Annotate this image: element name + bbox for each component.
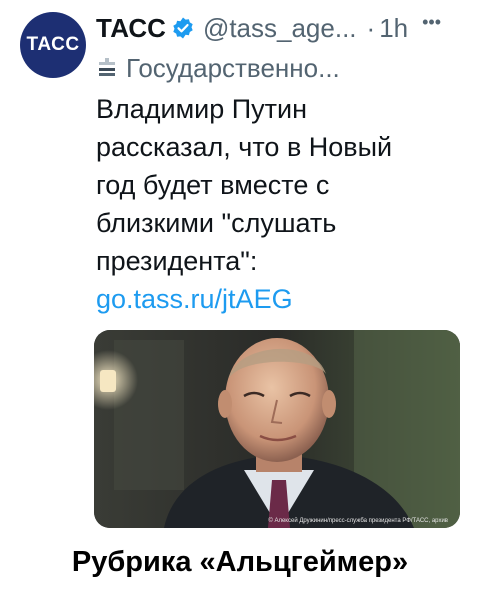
photo-credit: © Алексей Дружинин/пресс-служба президен…: [268, 518, 448, 524]
display-name[interactable]: ТАСС: [96, 13, 166, 44]
tweet-timestamp[interactable]: 1h: [379, 13, 408, 44]
tweet-link[interactable]: go.tass.ru/jtAEG: [96, 280, 293, 318]
tweet-card[interactable]: ТАСС ТАСС @tass_age... · 1h ••• Государс…: [0, 0, 480, 540]
affiliation-text: Государственно...: [126, 52, 340, 83]
tweet-text-line: год будет вместе с: [96, 170, 330, 200]
tweet-text-line: рассказал, что в Новый: [96, 132, 393, 162]
header-separator: ·: [366, 12, 376, 43]
avatar[interactable]: ТАСС: [20, 12, 86, 78]
tweet-text-line: Владимир Путин: [96, 94, 308, 124]
affiliation-label: Государственно...: [96, 50, 340, 86]
meme-caption: Рубрика «Альцгеймер»: [71, 546, 409, 578]
tweet-media-photo[interactable]: © Алексей Дружинин/пресс-служба президен…: [94, 330, 460, 528]
tweet-header: ТАСС @tass_age... · 1h •••: [96, 10, 476, 46]
tweet-text: Владимир Путин рассказал, что в Новый го…: [96, 90, 466, 280]
avatar-logo-text: ТАСС: [26, 34, 80, 55]
government-building-icon: [96, 57, 118, 79]
user-handle[interactable]: @tass_age...: [203, 13, 357, 44]
verified-badge-icon: [171, 16, 195, 40]
more-options-icon[interactable]: •••: [422, 12, 441, 33]
tweet-text-line: президента":: [96, 246, 258, 276]
tweet-text-line: близкими "слушать: [96, 208, 337, 238]
